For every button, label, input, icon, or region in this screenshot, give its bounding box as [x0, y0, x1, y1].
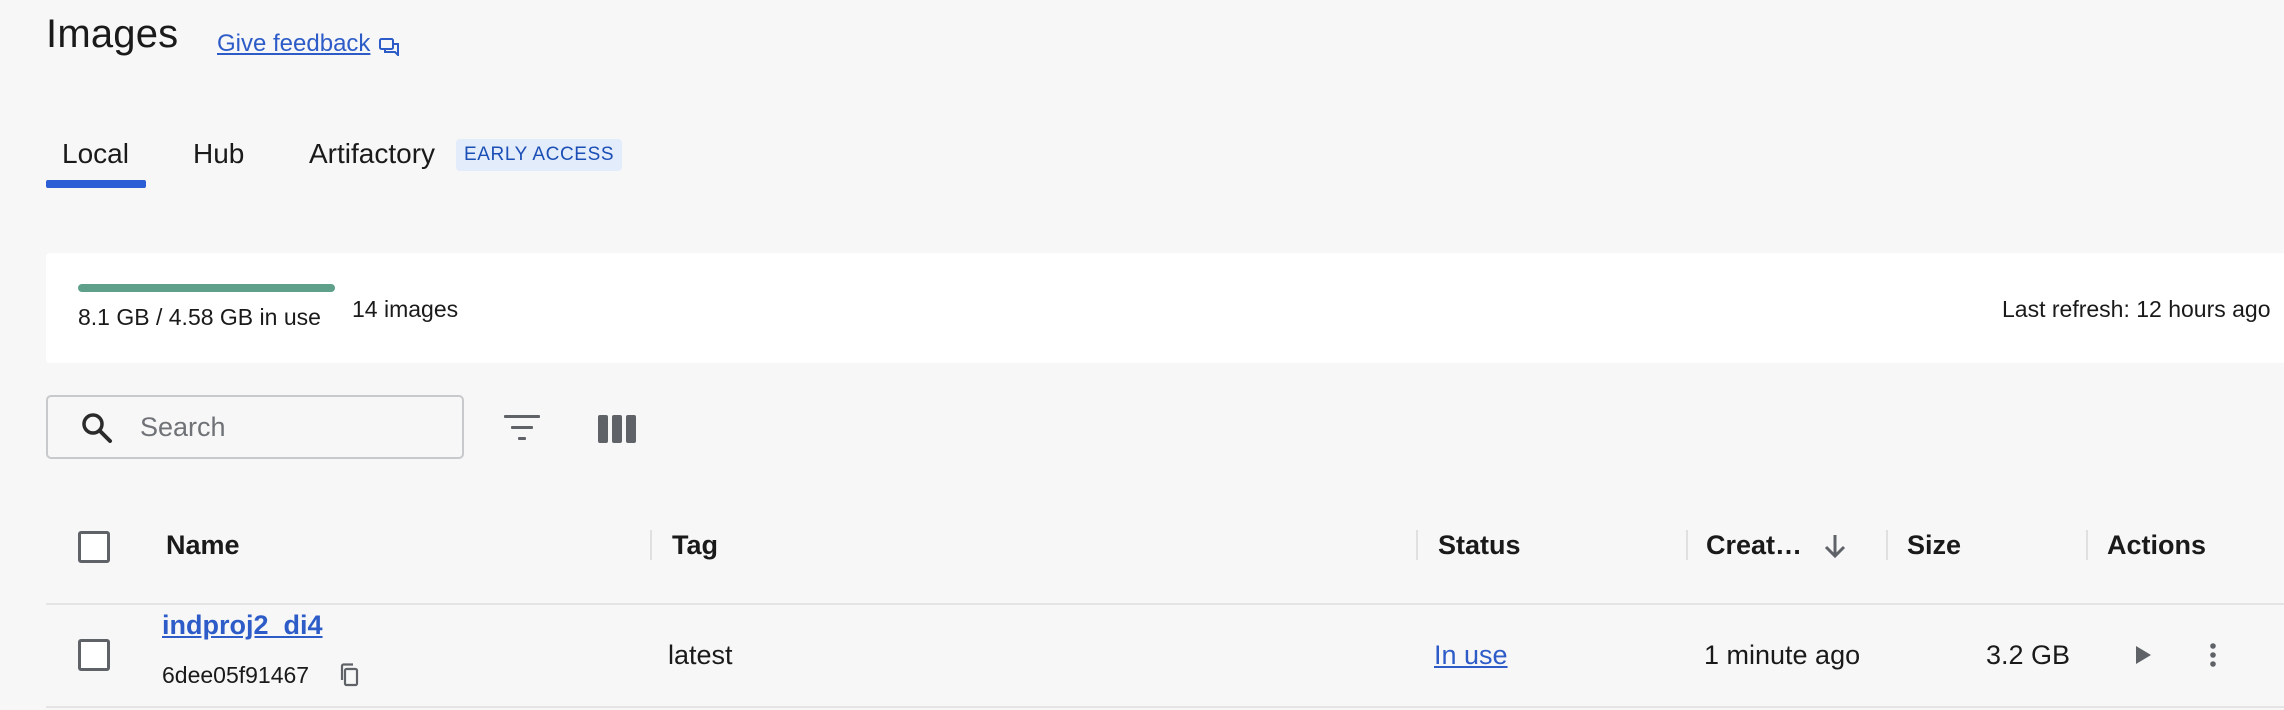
tab-hub[interactable]: Hub	[193, 138, 244, 170]
tab-artifactory[interactable]: Artifactory	[309, 138, 435, 170]
filter-icon[interactable]	[502, 412, 542, 444]
column-header-name[interactable]: Name	[166, 530, 240, 561]
column-header-tag[interactable]: Tag	[672, 530, 718, 561]
column-header-created[interactable]: Creat…	[1706, 530, 1802, 561]
image-id: 6dee05f91467	[162, 662, 310, 688]
search-input[interactable]	[140, 408, 440, 446]
table-row-divider	[46, 706, 2284, 708]
select-all-checkbox[interactable]	[78, 531, 110, 563]
last-refresh: Last refresh: 12 hours ago	[2002, 296, 2271, 322]
column-header-actions: Actions	[2107, 530, 2207, 560]
columns-icon[interactable]	[597, 413, 637, 445]
page-title: Images	[46, 12, 179, 56]
column-divider	[650, 530, 652, 560]
image-status-link[interactable]: In use	[1434, 640, 1508, 671]
feedback-icon	[379, 37, 400, 56]
sort-descending-icon[interactable]	[1822, 532, 1848, 560]
image-count: 14 images	[352, 296, 459, 322]
disk-usage-text: 8.1 GB / 4.58 GB in use	[78, 304, 321, 330]
active-tab-indicator	[46, 180, 146, 188]
image-created: 1 minute ago	[1704, 640, 1861, 670]
search-icon	[82, 413, 112, 443]
tab-local[interactable]: Local	[62, 138, 129, 170]
give-feedback-label: Give feedback	[217, 30, 371, 57]
column-divider	[1686, 530, 1688, 560]
image-name-link[interactable]: indproj2_di4	[162, 610, 323, 641]
copy-icon[interactable]	[338, 662, 362, 688]
disk-usage-bar	[78, 284, 335, 292]
column-divider	[1886, 530, 1888, 560]
column-header-size[interactable]: Size	[1907, 530, 1961, 561]
give-feedback-link[interactable]: Give feedback	[217, 30, 400, 58]
row-checkbox[interactable]	[78, 639, 110, 671]
more-options-icon[interactable]	[2207, 641, 2219, 669]
column-divider	[1416, 530, 1418, 560]
run-icon[interactable]	[2132, 643, 2154, 667]
table-header-divider	[46, 603, 2284, 605]
column-header-status[interactable]: Status	[1438, 530, 1521, 561]
image-tag: latest	[668, 640, 733, 670]
early-access-badge: EARLY ACCESS	[456, 139, 623, 171]
image-size: 3.2 GB	[1986, 640, 2071, 670]
column-divider	[2086, 530, 2088, 560]
